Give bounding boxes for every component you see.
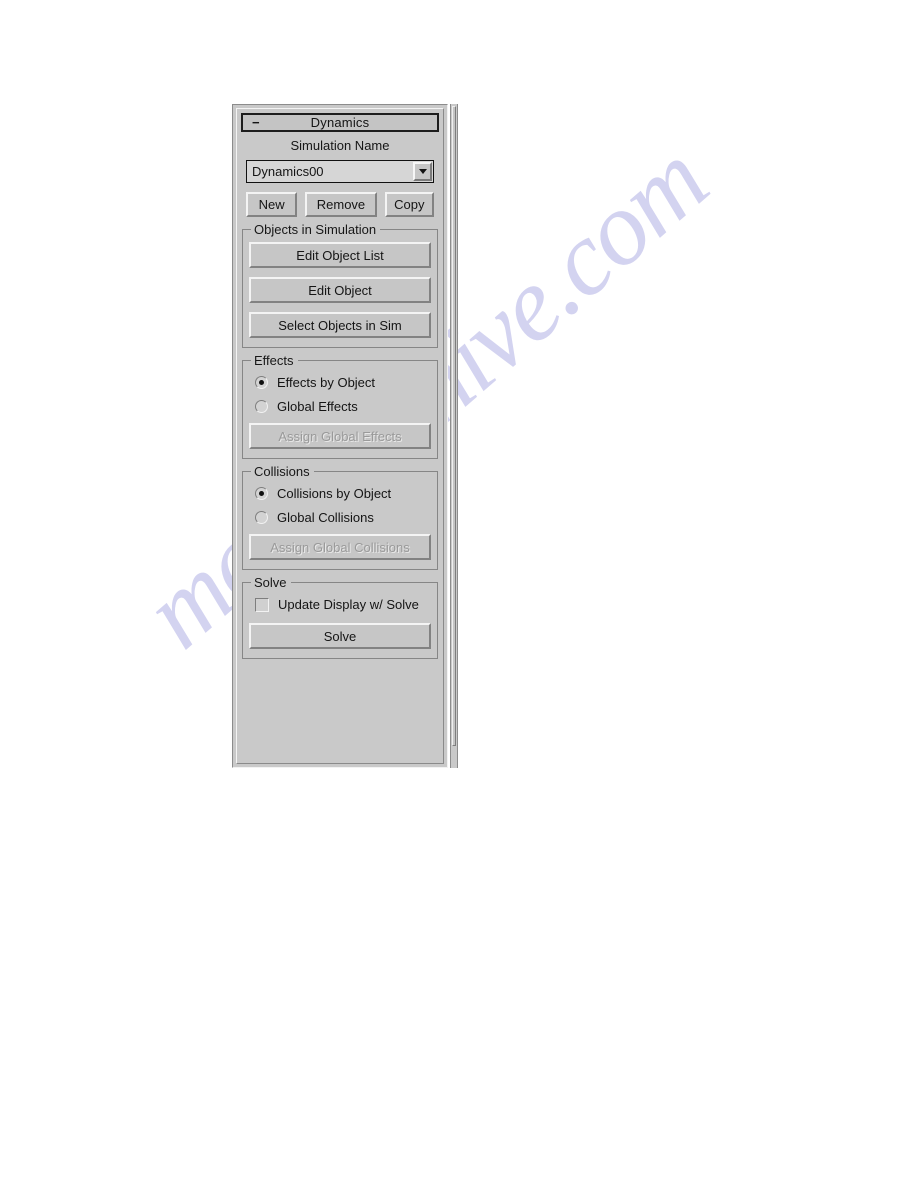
copy-button[interactable]: Copy: [384, 192, 434, 217]
chevron-down-icon[interactable]: [413, 162, 432, 181]
chevron-down-glyph: [418, 169, 427, 174]
rollout-title-label: Dynamics: [310, 115, 370, 130]
radio-icon-effects-by-object[interactable]: [255, 376, 268, 389]
remove-button[interactable]: Remove: [305, 192, 377, 217]
group-label-effects: Effects: [251, 353, 298, 368]
checkbox-update-display-w-solve[interactable]: Update Display w/ Solve: [255, 597, 431, 612]
group-label-objects-in-simulation: Objects in Simulation: [251, 222, 381, 237]
assign-global-effects-button[interactable]: Assign Global Effects: [249, 423, 431, 449]
group-objects-in-simulation: Objects in Simulation Edit Object List E…: [242, 222, 438, 348]
radio-label-global-collisions: Global Collisions: [277, 510, 374, 525]
panel-scrollbar-thumb[interactable]: [452, 106, 456, 746]
group-effects: Effects Effects by Object Global Effects…: [242, 353, 438, 459]
page-watermark: manualshive.com: [120, 121, 820, 930]
radio-label-global-effects: Global Effects: [277, 399, 358, 414]
panel-scrollbar[interactable]: [450, 104, 458, 768]
group-label-collisions: Collisions: [251, 464, 314, 479]
new-button[interactable]: New: [246, 192, 298, 217]
simulation-name-value: Dynamics00: [252, 164, 324, 179]
radio-icon-collisions-by-object[interactable]: [255, 487, 268, 500]
panel-inner: − Dynamics Simulation Name Dynamics00 Ne…: [236, 108, 444, 764]
group-solve: Solve Update Display w/ Solve Solve: [242, 575, 438, 659]
group-label-solve: Solve: [251, 575, 291, 590]
checkbox-icon-update-display[interactable]: [255, 597, 269, 612]
dynamics-command-panel: − Dynamics Simulation Name Dynamics00 Ne…: [232, 104, 458, 768]
checkbox-label-update-display: Update Display w/ Solve: [278, 597, 419, 612]
minus-icon[interactable]: −: [252, 115, 260, 130]
rollout-header-dynamics[interactable]: − Dynamics: [241, 113, 439, 132]
select-objects-in-sim-button[interactable]: Select Objects in Sim: [249, 312, 431, 338]
panel-frame: − Dynamics Simulation Name Dynamics00 Ne…: [232, 104, 448, 768]
edit-object-button[interactable]: Edit Object: [249, 277, 431, 303]
radio-label-effects-by-object: Effects by Object: [277, 375, 376, 390]
group-collisions: Collisions Collisions by Object Global C…: [242, 464, 438, 570]
assign-global-collisions-button[interactable]: Assign Global Collisions: [249, 534, 431, 560]
radio-icon-global-collisions[interactable]: [255, 511, 268, 524]
radio-collisions-by-object[interactable]: Collisions by Object: [255, 486, 431, 501]
radio-label-collisions-by-object: Collisions by Object: [277, 486, 392, 501]
radio-icon-global-effects[interactable]: [255, 400, 268, 413]
radio-global-effects[interactable]: Global Effects: [255, 399, 431, 414]
edit-object-list-button[interactable]: Edit Object List: [249, 242, 431, 268]
radio-effects-by-object[interactable]: Effects by Object: [255, 375, 431, 390]
simulation-action-buttons: New Remove Copy: [246, 192, 434, 217]
radio-global-collisions[interactable]: Global Collisions: [255, 510, 431, 525]
simulation-name-label: Simulation Name: [290, 138, 390, 153]
simulation-name-combo[interactable]: Dynamics00: [246, 160, 434, 183]
solve-button[interactable]: Solve: [249, 623, 431, 649]
